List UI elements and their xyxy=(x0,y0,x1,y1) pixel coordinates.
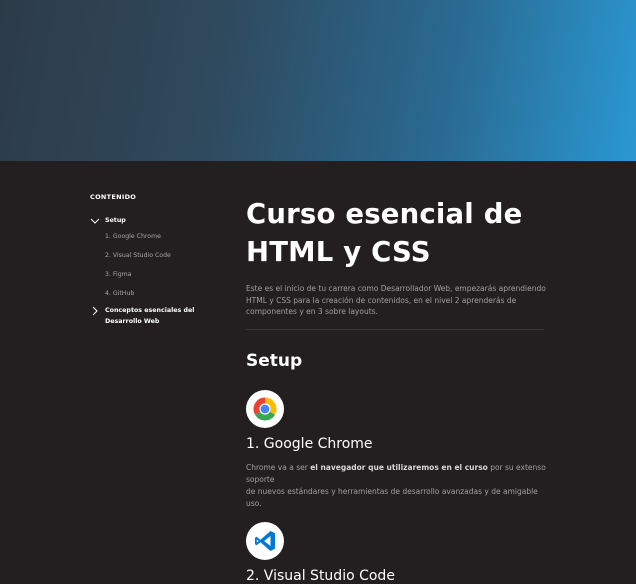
page-title-line: HTML y CSS xyxy=(246,236,431,268)
sidebar-section-label: Setup xyxy=(105,217,126,224)
intro-paragraph: Este es el inicio de tu carrera como Des… xyxy=(246,283,546,318)
sidebar-item-google-chrome[interactable]: 1. Google Chrome xyxy=(90,232,200,241)
description-bold-text: el navegador que utilizaremos en el curs… xyxy=(310,462,488,472)
sidebar-heading: CONTENIDO xyxy=(90,193,137,201)
vscode-logo xyxy=(246,521,284,560)
intro-line: componentes y en 3 sobre layouts. xyxy=(246,307,378,316)
sidebar-section-label: Desarrollo Web xyxy=(105,318,160,325)
sidebar-section-conceptos[interactable]: Conceptos esenciales del Desarrollo Web xyxy=(90,305,200,327)
hero-banner xyxy=(0,0,636,161)
chrome-icon xyxy=(253,397,277,421)
sidebar-section-setup[interactable]: Setup xyxy=(90,215,200,226)
tool-description-chrome: Chrome va a ser el navegador que utiliza… xyxy=(246,462,546,510)
tool-title-chrome: 1. Google Chrome xyxy=(246,435,373,452)
tool-title-vscode: 2. Visual Studio Code xyxy=(246,567,395,584)
sidebar-item-github[interactable]: 4. GitHub xyxy=(90,289,200,298)
section-title: Setup xyxy=(246,350,303,371)
chevron-right-icon xyxy=(92,306,98,316)
divider xyxy=(246,328,544,330)
description-text: Chrome va a ser xyxy=(246,462,311,472)
main-content: Curso esencial de HTML y CSS Este es el … xyxy=(246,195,546,584)
sidebar-item-visual-studio-code[interactable]: 2. Visual Studio Code xyxy=(90,251,200,260)
sidebar: CONTENIDO Setup 1. Google Chrome 2. Visu… xyxy=(90,193,200,327)
page-title: Curso esencial de HTML y CSS xyxy=(246,195,546,271)
description-line: de nuevos estándares y herramientas de d… xyxy=(246,486,538,508)
sidebar-section-label: Conceptos esenciales del xyxy=(105,307,195,314)
intro-line: HTML y CSS para la creación de contenido… xyxy=(246,295,517,305)
chrome-logo xyxy=(246,389,284,428)
page-title-line: Curso esencial de xyxy=(246,198,523,230)
sidebar-item-figma[interactable]: 3. Figma xyxy=(90,270,200,279)
chevron-down-icon xyxy=(90,218,100,224)
intro-line: Este es el inicio de tu carrera como Des… xyxy=(246,284,546,293)
vscode-icon xyxy=(255,530,275,551)
description-line: Chrome va a ser el navegador que utiliza… xyxy=(246,462,546,486)
